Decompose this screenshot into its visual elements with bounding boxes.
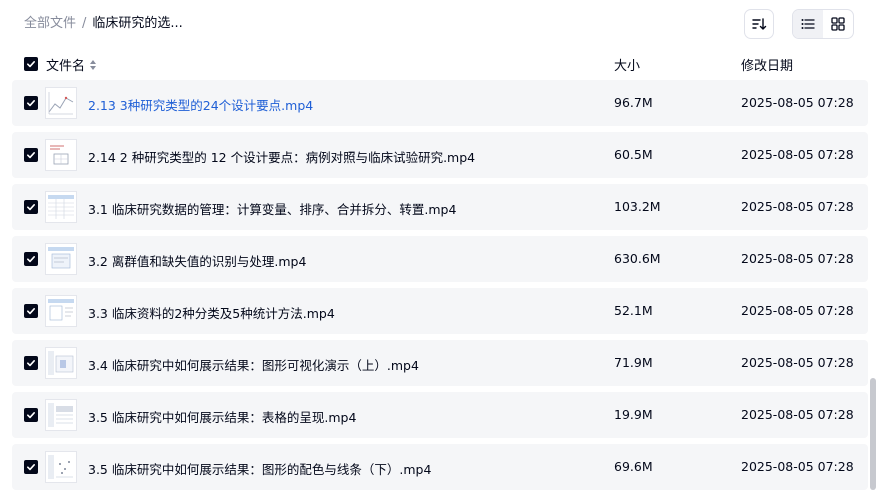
file-name[interactable]: 3.5 临床研究中如何展示结果：图形的配色与线条（下）.mp4 xyxy=(88,459,431,478)
file-size: 60.5M xyxy=(614,147,653,162)
row-checkbox[interactable] xyxy=(24,408,38,422)
row-checkbox[interactable] xyxy=(24,252,38,266)
row-checkbox[interactable] xyxy=(24,460,38,474)
video-thumbnail[interactable] xyxy=(45,191,77,223)
column-header-size[interactable]: 大小 xyxy=(614,55,640,74)
breadcrumb-separator: / xyxy=(82,16,87,31)
file-modified: 2025-08-05 07:28 xyxy=(741,251,854,266)
checkbox-checked-icon xyxy=(27,256,35,263)
video-thumbnail-image xyxy=(48,351,74,375)
sort-icon xyxy=(752,18,767,30)
checkbox-checked-icon xyxy=(27,464,35,471)
video-thumbnail-image xyxy=(48,92,74,115)
row-checkbox[interactable] xyxy=(24,200,38,214)
breadcrumb: 全部文件 / 临床研究的选... xyxy=(24,15,183,33)
video-thumbnail-image xyxy=(48,455,73,479)
file-modified: 2025-08-05 07:28 xyxy=(741,95,854,110)
checkbox-checked-icon xyxy=(27,308,35,315)
checkbox-checked-icon xyxy=(27,152,35,159)
file-modified: 2025-08-05 07:28 xyxy=(741,199,854,214)
video-thumbnail[interactable] xyxy=(45,243,77,275)
video-thumbnail[interactable] xyxy=(45,399,77,431)
row-checkbox[interactable] xyxy=(24,148,38,162)
column-header-modified[interactable]: 修改日期 xyxy=(741,55,793,74)
grid-view-button[interactable] xyxy=(823,10,853,38)
file-modified: 2025-08-05 07:28 xyxy=(741,459,854,474)
video-thumbnail[interactable] xyxy=(45,295,77,327)
column-header-name[interactable]: 文件名 xyxy=(46,55,97,74)
file-size: 71.9M xyxy=(614,355,653,370)
file-size: 630.6M xyxy=(614,251,661,266)
list-view-button[interactable] xyxy=(793,10,823,38)
checkbox-checked-icon xyxy=(27,100,35,107)
file-name[interactable]: 3.5 临床研究中如何展示结果：表格的呈现.mp4 xyxy=(88,407,356,426)
video-thumbnail-image xyxy=(48,195,74,219)
file-name[interactable]: 3.2 离群值和缺失值的识别与处理.mp4 xyxy=(88,251,306,270)
video-thumbnail-image xyxy=(48,403,73,427)
video-thumbnail[interactable] xyxy=(45,451,77,483)
row-checkbox[interactable] xyxy=(24,356,38,370)
file-name[interactable]: 2.13 3种研究类型的24个设计要点.mp4 xyxy=(88,95,313,114)
view-toggle xyxy=(792,9,854,39)
file-modified: 2025-08-05 07:28 xyxy=(741,407,854,422)
file-modified: 2025-08-05 07:28 xyxy=(741,147,854,162)
checkbox-checked-icon xyxy=(27,204,35,211)
file-size: 96.7M xyxy=(614,95,653,110)
row-checkbox[interactable] xyxy=(24,96,38,110)
video-thumbnail[interactable] xyxy=(45,87,77,119)
file-size: 52.1M xyxy=(614,303,653,318)
list-view-icon xyxy=(801,19,815,29)
breadcrumb-root-link[interactable]: 全部文件 xyxy=(24,16,76,31)
sort-button[interactable] xyxy=(744,9,774,39)
file-row[interactable]: 3.5 临床研究中如何展示结果：图形的配色与线条（下）.mp4 69.6M 20… xyxy=(12,444,868,490)
sort-arrows-icon xyxy=(90,59,97,70)
file-name[interactable]: 3.1 临床研究数据的管理：计算变量、排序、合并拆分、转置.mp4 xyxy=(88,199,456,218)
file-size: 103.2M xyxy=(614,199,661,214)
file-row[interactable]: 3.2 离群值和缺失值的识别与处理.mp4 630.6M 2025-08-05 … xyxy=(12,236,868,282)
file-modified: 2025-08-05 07:28 xyxy=(741,355,854,370)
row-checkbox[interactable] xyxy=(24,304,38,318)
scrollbar-thumb[interactable] xyxy=(870,378,876,490)
checkbox-checked-icon xyxy=(27,61,35,68)
checkbox-checked-icon xyxy=(27,360,35,367)
select-all-checkbox[interactable] xyxy=(24,57,38,71)
top-bar: 全部文件 / 临床研究的选... xyxy=(0,0,878,48)
video-thumbnail-image xyxy=(50,145,69,165)
file-size: 69.6M xyxy=(614,459,653,474)
file-row[interactable]: 3.3 临床资料的2种分类及5种统计方法.mp4 52.1M 2025-08-0… xyxy=(12,288,868,334)
checkbox-checked-icon xyxy=(27,412,35,419)
video-thumbnail-image xyxy=(48,299,74,321)
video-thumbnail-image xyxy=(48,247,74,269)
column-header-name-label: 文件名 xyxy=(46,59,86,74)
file-row[interactable]: 2.13 3种研究类型的24个设计要点.mp4 96.7M 2025-08-05… xyxy=(12,80,868,126)
video-thumbnail[interactable] xyxy=(45,347,77,379)
file-row[interactable]: 3.1 临床研究数据的管理：计算变量、排序、合并拆分、转置.mp4 103.2M… xyxy=(12,184,868,230)
video-thumbnail[interactable] xyxy=(45,139,77,171)
breadcrumb-current: 临床研究的选... xyxy=(92,16,183,31)
file-name[interactable]: 3.3 临床资料的2种分类及5种统计方法.mp4 xyxy=(88,303,335,322)
file-row[interactable]: 3.4 临床研究中如何展示结果：图形可视化演示（上）.mp4 71.9M 202… xyxy=(12,340,868,386)
file-size: 19.9M xyxy=(614,407,653,422)
file-modified: 2025-08-05 07:28 xyxy=(741,303,854,318)
file-row[interactable]: 3.5 临床研究中如何展示结果：表格的呈现.mp4 19.9M 2025-08-… xyxy=(12,392,868,438)
grid-view-icon xyxy=(831,17,845,31)
file-table-header: 文件名 大小 修改日期 xyxy=(12,50,868,78)
file-name[interactable]: 2.14 2 种研究类型的 12 个设计要点：病例对照与临床试验研究.mp4 xyxy=(88,147,475,166)
file-name[interactable]: 3.4 临床研究中如何展示结果：图形可视化演示（上）.mp4 xyxy=(88,355,419,374)
file-row[interactable]: 2.14 2 种研究类型的 12 个设计要点：病例对照与临床试验研究.mp4 6… xyxy=(12,132,868,178)
